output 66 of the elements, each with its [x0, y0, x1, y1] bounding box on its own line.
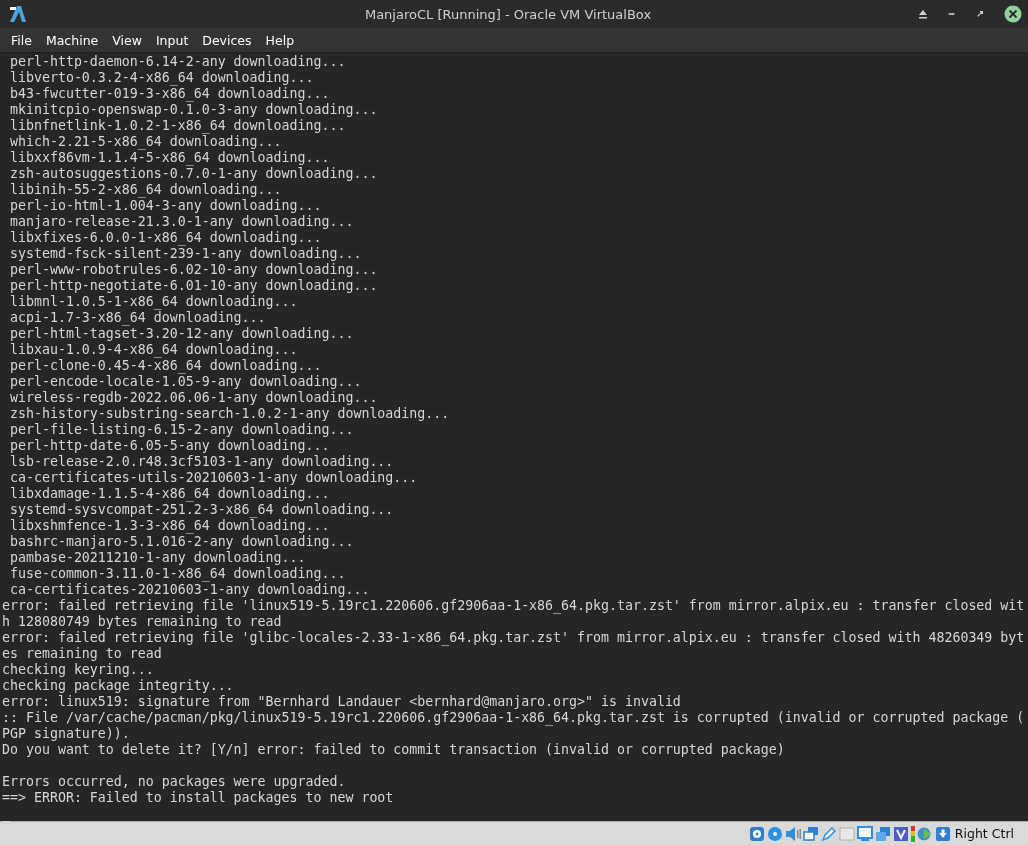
minimize-icon[interactable] [948, 10, 956, 18]
console-line: perl-www-robotrules-6.02-10-any downloading... [9, 262, 379, 278]
menu-item[interactable]: View [105, 30, 149, 50]
console-line: wireless-regdb-2022.06.06-1-any downloading... [9, 390, 379, 406]
speaker-icon[interactable] [784, 825, 801, 842]
menu-item[interactable]: Devices [195, 30, 259, 50]
console-line: perl-encode-locale-1.05-9-any downloading... [9, 374, 363, 390]
eject-icon[interactable] [918, 9, 928, 19]
activity-meter-icon [910, 825, 915, 842]
console-line: perl-clone-0.45-4-x86_64 downloading... [9, 358, 323, 374]
console-line: libxxf86vm-1.1.4-5-x86_64 downloading... [9, 150, 331, 166]
console-line: libnfnetlink-1.0.2-1-x86_64 downloading... [9, 118, 347, 134]
console-line: libxdamage-1.1.5-4-x86_64 downloading... [9, 486, 331, 502]
console-line: pambase-20211210-1-any downloading... [9, 550, 307, 566]
console-line: acpi-1.7-3-x86_64 downloading... [9, 310, 267, 326]
console-line: lsb-release-2.0.r48.3cf5103-1-any downloading... [9, 454, 395, 470]
console-line: PGP signature)). [2, 726, 131, 742]
console-line: manjaro-release-21.3.0-1-any downloading... [9, 214, 355, 230]
host-key-label: Right Ctrl [954, 826, 1014, 841]
console-line: h 128080749 bytes remaining to read [2, 614, 283, 630]
console-line: libxfixes-6.0.0-1-x86_64 downloading... [9, 230, 323, 246]
console-line: zsh-history-substring-search-1.0.2-1-any downloading... [9, 406, 451, 422]
v-badge-icon[interactable] [892, 825, 909, 842]
console-line: which-2.21-5-x86_64 downloading... [9, 134, 283, 150]
console-line: perl-http-date-6.05-5-any downloading... [9, 438, 331, 454]
menu-item[interactable]: Input [148, 30, 196, 50]
console-line: Do you want to delete it? [Y/n] error: failed to commit transaction (invalid or corrupted package) [2, 742, 786, 758]
console-line: b43-fwcutter-019-3-x86_64 downloading... [9, 86, 331, 102]
windows-stack-icon[interactable] [874, 825, 891, 842]
console-line: systemd-sysvcompat-251.2-3-x86_64 downloading... [9, 502, 395, 518]
console-line: perl-http-negotiate-6.01-10-any downloading... [9, 278, 379, 294]
console-line: error: failed retrieving file 'glibc-locales-2.33-1-x86_64.pkg.tar.zst' from mirror.alpix.eu : transfer closed with 48260349 byt [2, 630, 1026, 646]
close-icon[interactable] [1004, 5, 1022, 23]
menu-item[interactable]: Machine [38, 30, 106, 50]
console-line: libinih-55-2-x86_64 downloading... [9, 182, 283, 198]
optical-disc-icon[interactable] [766, 825, 783, 842]
console-line: libverto-0.3.2-4-x86_64 downloading... [9, 70, 315, 86]
console-line: zsh-autosuggestions-0.7.0-1-any downloading... [9, 166, 379, 182]
console-line: error: failed retrieving file 'linux519-5.19rc1.220606.gf2906aa-1-x86_64.pkg.tar.zst' from mirror.alpix.eu : transfer closed wit [2, 598, 1026, 614]
network-icon[interactable] [802, 825, 819, 842]
console-line: ca-certificates-20210603-1-any downloading... [9, 582, 371, 598]
console-line: libxau-1.0.9-4-x86_64 downloading... [9, 342, 299, 358]
console-line: libmnl-1.0.5-1-x86_64 downloading... [9, 294, 299, 310]
console-line: bashrc-manjaro-5.1.016-2-any downloading... [9, 534, 355, 550]
console-line: perl-http-daemon-6.14-2-any downloading... [9, 54, 347, 70]
console-line: :: File /var/cache/pacman/pkg/linux519-5.19rc1.220606.gf2906aa-1-x86_64.pkg.tar.zst is corrupted (invalid or corrupted package ( [2, 710, 1026, 726]
console-line: systemd-fsck-silent-239-1-any downloading... [9, 246, 363, 262]
console-line: error: linux519: signature from "Bernhard Landauer <bernhard@manjaro.org>" is invalid [2, 694, 682, 710]
console-line: ca-certificates-utils-20210603-1-any downloading... [9, 470, 419, 486]
app-logo-icon [8, 4, 28, 24]
display-icon[interactable] [856, 825, 873, 842]
console-line: checking package integrity... [2, 678, 235, 694]
console-line: es remaining to read [2, 646, 163, 662]
console-line: libxshmfence-1.3-3-x86_64 downloading... [9, 518, 331, 534]
window-title: ManjaroCL [Running] - Oracle VM VirtualBox [363, 6, 653, 22]
console-line: mkinitcpio-openswap-0.1.0-3-any downloading... [9, 102, 379, 118]
menu-item[interactable]: File [4, 30, 39, 50]
restore-icon[interactable] [976, 10, 984, 18]
console-line: Errors occurred, no packages were upgraded. [2, 774, 347, 790]
console-line: perl-html-tagset-3.20-12-any downloading... [9, 326, 355, 342]
console-line: ==> ERROR: Failed to install packages to new root [2, 790, 395, 806]
console-line: perl-file-listing-6.15-2-any downloading... [9, 422, 355, 438]
menu-item[interactable]: Help [258, 30, 302, 50]
console-line: perl-io-html-1.004-3-any downloading... [9, 198, 323, 214]
console-line: fuse-common-3.11.0-1-x86_64 downloading... [9, 566, 347, 582]
console-line: checking keyring... [2, 662, 155, 678]
